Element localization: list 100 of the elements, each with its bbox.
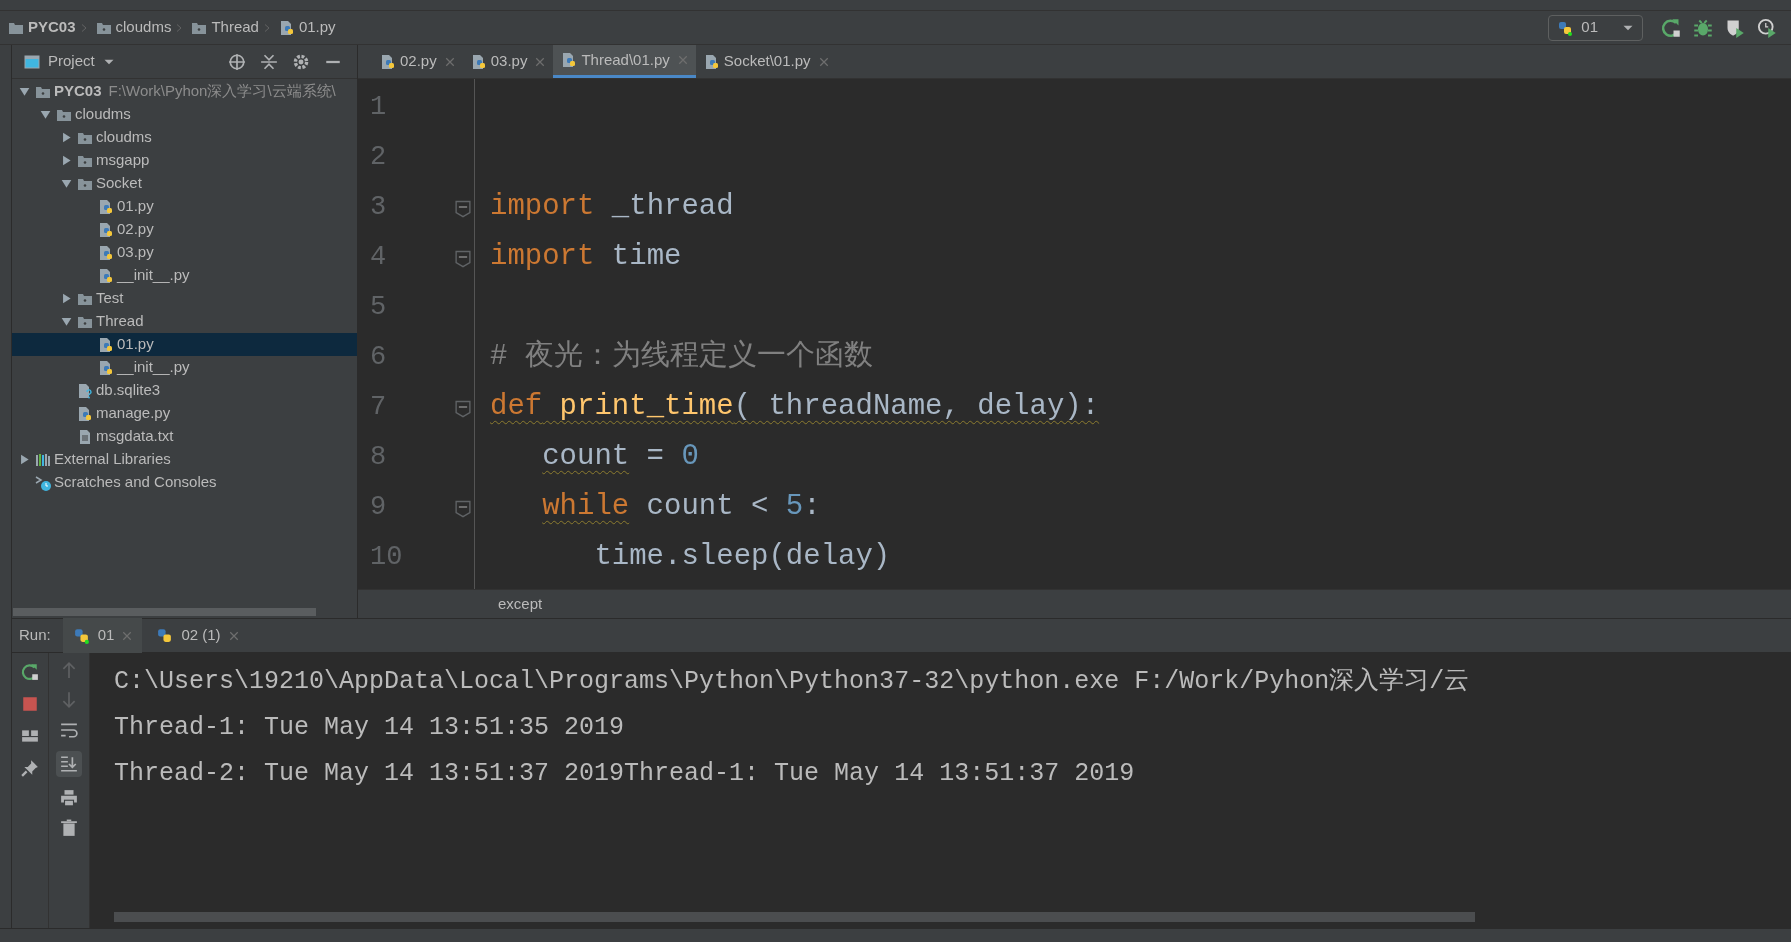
python-file-icon: [380, 53, 396, 70]
code-token: while: [542, 489, 630, 526]
tree-item[interactable]: __init__.py: [12, 264, 357, 287]
tree-item[interactable]: 01.py: [12, 333, 357, 356]
panel-title[interactable]: Project: [48, 50, 95, 73]
breadcrumb-item[interactable]: cloudms: [87, 16, 176, 39]
expanded-arrow-icon[interactable]: [18, 86, 30, 97]
profile-icon[interactable]: [1757, 17, 1777, 38]
code-token: :: [803, 489, 821, 526]
expanded-arrow-icon[interactable]: [60, 178, 72, 189]
scrollbar[interactable]: [13, 608, 316, 616]
stop-icon[interactable]: [21, 695, 39, 713]
code-breadcrumb[interactable]: except: [498, 592, 543, 616]
python-file-icon: [278, 19, 295, 36]
python-file-icon: [98, 244, 114, 261]
tree-item[interactable]: cloudms: [12, 103, 357, 126]
tree-item[interactable]: External Libraries: [12, 448, 357, 471]
soft-wrap-icon[interactable]: [60, 721, 78, 739]
expanded-arrow-icon[interactable]: [39, 109, 51, 120]
expanded-arrow-icon[interactable]: [60, 316, 72, 327]
code-token: import: [490, 189, 595, 226]
python-file-icon: [77, 405, 93, 422]
python-icon: [72, 627, 90, 644]
python-file-icon: [98, 359, 114, 376]
tree-item[interactable]: Thread: [12, 310, 357, 333]
line-number: 10: [370, 540, 403, 574]
tree-item[interactable]: cloudms: [12, 126, 357, 149]
panel-icon: [24, 53, 40, 70]
settings-icon[interactable]: [292, 52, 310, 71]
line-number: 7: [370, 390, 387, 424]
code-token: import: [490, 239, 595, 276]
trash-icon[interactable]: [60, 819, 78, 837]
code-token: # 夜光：为线程定义一个函数: [490, 338, 873, 376]
code-token: =: [645, 439, 666, 476]
libraries-icon: [35, 451, 51, 468]
collapsed-arrow-icon[interactable]: [60, 293, 72, 304]
code-token: 5: [785, 489, 804, 526]
code-token: print_time: [558, 389, 734, 426]
python-icon: [1557, 19, 1574, 36]
tree-item[interactable]: 02.py: [12, 218, 357, 241]
locate-icon[interactable]: [228, 52, 246, 71]
layout-icon[interactable]: [21, 727, 39, 745]
scrollbar[interactable]: [114, 912, 1475, 922]
run-config-dropdown[interactable]: 01: [1548, 14, 1643, 41]
editor-tab[interactable]: 02.py: [372, 45, 463, 78]
console-line: C:\Users\19210\AppData\Local\Programs\Python\Python37-32\python.exe F:/Work/Pyhon深入学习/云: [114, 666, 1470, 699]
python-file-icon: [98, 221, 114, 238]
tree-item[interactable]: PYC03 F:\Work\Pyhon深入学习\云端系统\: [12, 80, 357, 103]
python-icon: [156, 627, 174, 644]
tree-item[interactable]: 01.py: [12, 195, 357, 218]
breadcrumb-item[interactable]: 01.py: [270, 16, 340, 39]
run-label: Run:: [19, 625, 52, 646]
code-token: ( threadName, delay):: [733, 389, 1100, 426]
line-number: 8: [370, 440, 387, 474]
code-token: count <: [645, 489, 770, 526]
breadcrumb-item[interactable]: Thread: [183, 16, 263, 39]
code-token: time.sleep(delay): [594, 539, 891, 576]
tree-item[interactable]: msgapp: [12, 149, 357, 172]
line-number: 4: [370, 240, 387, 274]
tree-item[interactable]: 03.py: [12, 241, 357, 264]
collapsed-arrow-icon[interactable]: [18, 454, 30, 465]
python-file-icon: [470, 53, 487, 70]
project-path: F:\Work\Pyhon深入学习\云端系统\: [107, 81, 336, 102]
collapse-icon[interactable]: [260, 52, 278, 71]
breadcrumb-item[interactable]: PYC03: [0, 16, 80, 39]
line-number: 3: [370, 190, 387, 224]
line-number: 9: [370, 490, 387, 524]
tree-item[interactable]: Test: [12, 287, 357, 310]
tree-item[interactable]: Socket: [12, 172, 357, 195]
debug-icon[interactable]: [1693, 17, 1713, 38]
editor-tab[interactable]: 03.py: [462, 45, 554, 78]
editor-tab[interactable]: Socket\01.py: [695, 45, 837, 78]
python-file-icon: [561, 52, 578, 68]
scroll-to-end-icon[interactable]: [56, 751, 82, 777]
run-tab[interactable]: 02 (1): [146, 618, 249, 653]
python-file-icon: [98, 267, 114, 284]
console-line: Thread-1: Tue May 14 13:51:35 2019: [114, 712, 625, 745]
code-token: def: [490, 389, 543, 426]
python-file-icon: [98, 336, 114, 353]
line-number: 5: [370, 290, 387, 324]
collapsed-arrow-icon[interactable]: [60, 132, 72, 143]
python-file-icon: [703, 53, 720, 70]
unknown-file-icon: [77, 382, 93, 399]
pin-icon[interactable]: [21, 759, 39, 777]
print-icon[interactable]: [60, 789, 78, 807]
run-tab[interactable]: 01: [62, 618, 143, 653]
code-token: _thread: [610, 189, 734, 226]
tree-item[interactable]: Scratches and Consoles: [12, 471, 357, 494]
tree-item[interactable]: db.sqlite3: [12, 379, 357, 402]
tree-item[interactable]: manage.py: [12, 402, 357, 425]
editor-tab[interactable]: Thread\01.py: [553, 45, 696, 78]
scratches-icon: [35, 474, 51, 491]
tree-item[interactable]: msgdata.txt: [12, 425, 357, 448]
python-file-icon: [98, 198, 114, 215]
collapsed-arrow-icon[interactable]: [60, 155, 72, 166]
rerun-icon[interactable]: [1661, 17, 1681, 38]
code-token: count: [542, 439, 630, 476]
rerun-icon[interactable]: [21, 663, 39, 681]
tree-item[interactable]: __init__.py: [12, 356, 357, 379]
code-token: time: [610, 239, 682, 276]
